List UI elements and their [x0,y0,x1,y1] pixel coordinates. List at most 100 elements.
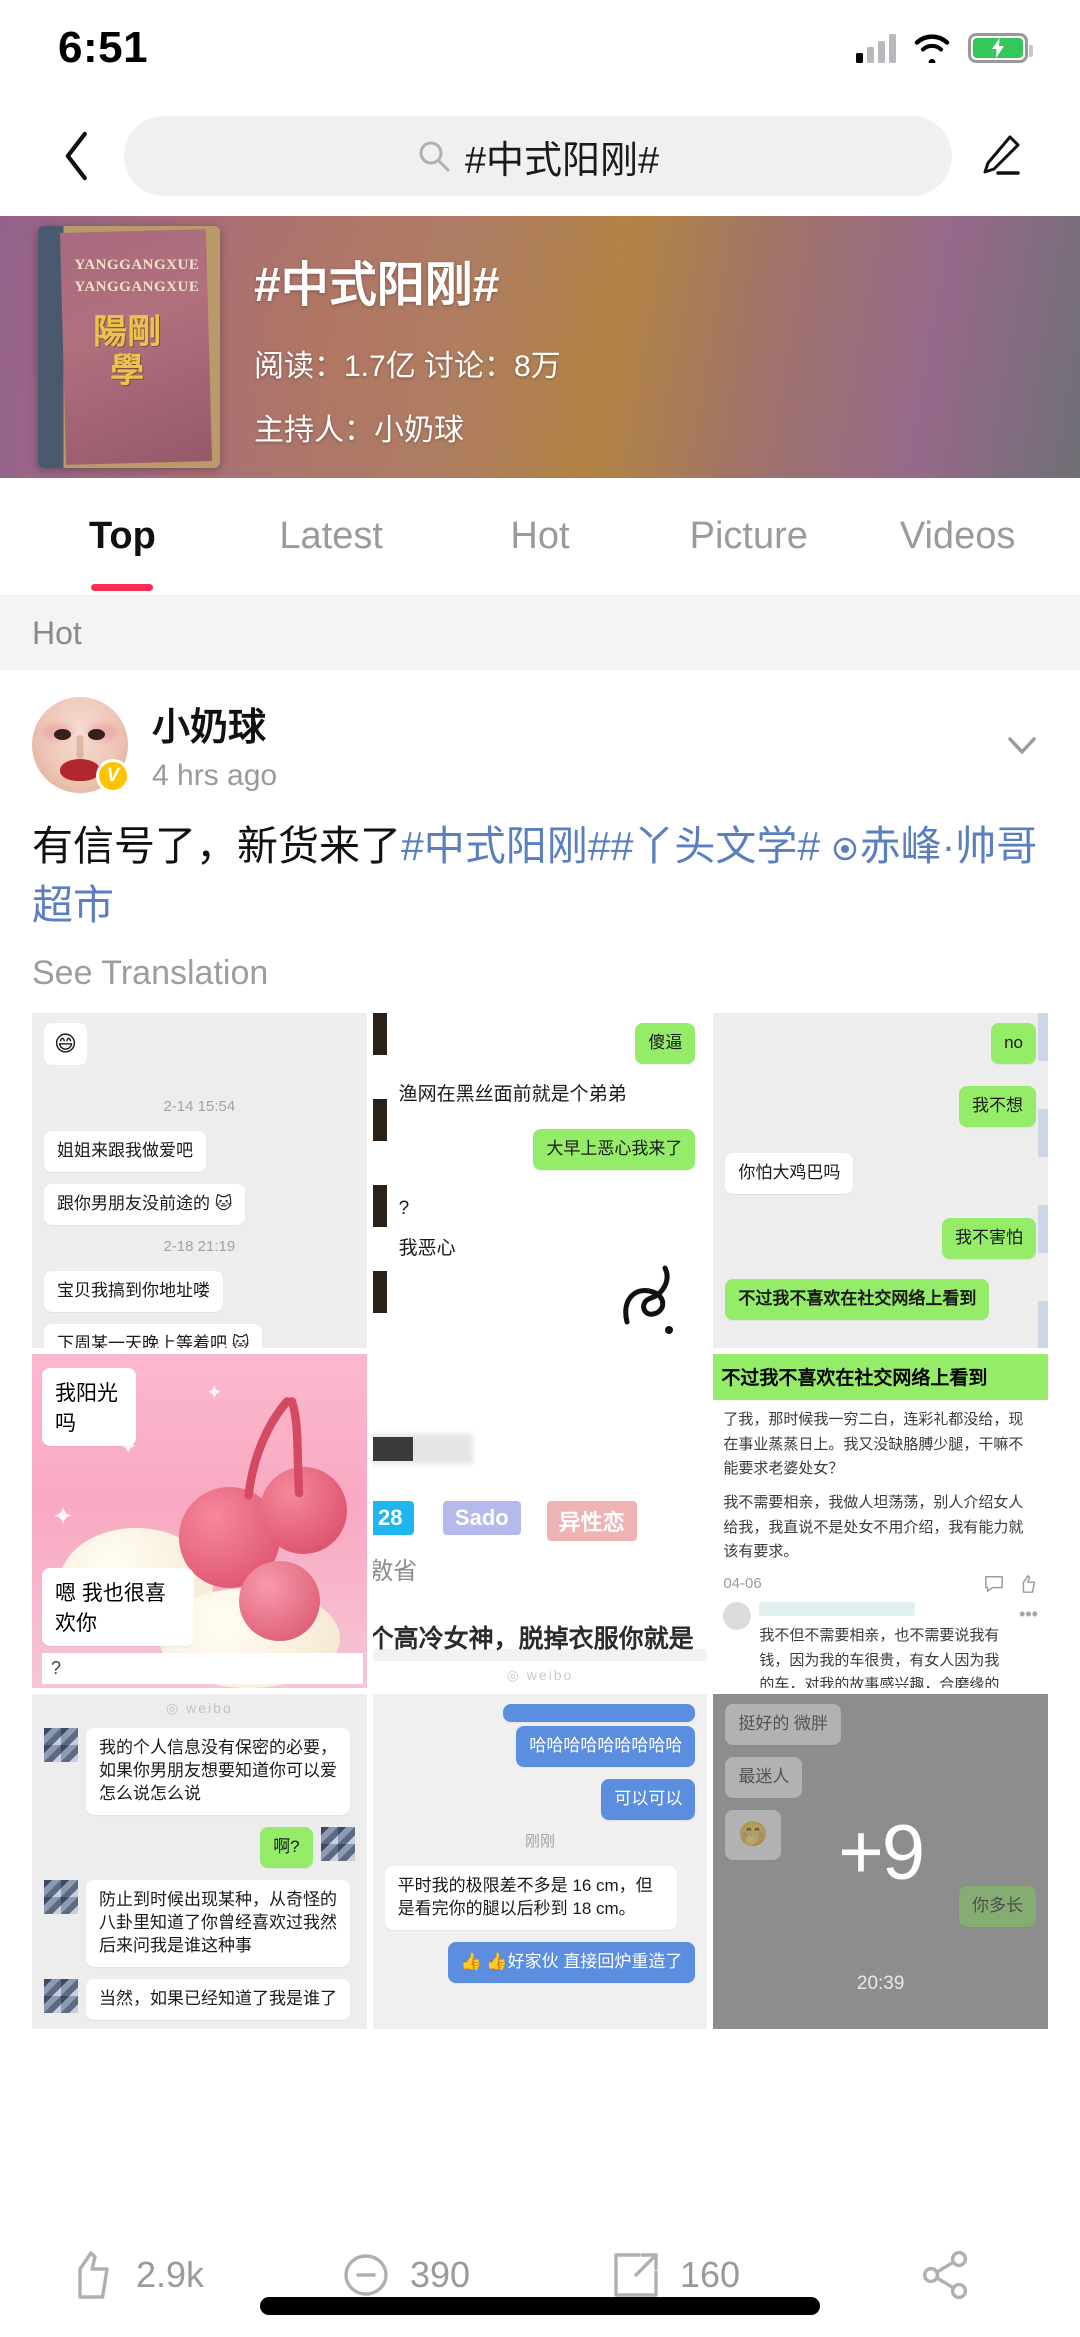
comment-icon [985,1576,1003,1593]
like-button[interactable]: 2.9k [0,2249,270,2301]
topic-host: 主持人：小奶球 [254,414,464,447]
post-action-bar: 2.9k 390 160 [0,2213,1080,2337]
post-image-1[interactable]: 😄 2-14 15:54 姐姐来跟我做爱吧 跟你男朋友没前途的 🐱 2-18 2… [32,1012,367,1348]
image9-overlay-count: +9 [838,1807,925,1895]
section-header-label: Hot [32,614,82,651]
status-indicators [856,33,1033,66]
image7-avatar [44,1728,78,1763]
image1-message-2: 跟你男朋友没前途的 🐱 [44,1184,246,1225]
post-image-6[interactable]: 不过我不喜欢在社交网络上看到 了我，那时候我一穷二白，连彩礼都没给，现在事业蒸蒸… [713,1353,1048,1689]
wifi-icon [912,33,952,66]
image4-message-1: 我阳光吗 [42,1367,136,1446]
image6-paragraph-3: 我不但不需要相亲，也不需要说我有钱，因为我的车很贵，有女人因为我的车，对我的故事… [759,1627,1000,1689]
post-image-9-more[interactable]: 挺好的 微胖 最迷人 🤭 你多长 +9 20:39 [713,1694,1048,2029]
topic-thumbnail: YANGGANGXUE YANGGANGXUE 陽剛學 [38,226,220,468]
image3-message-4: 我不害怕 [941,1217,1036,1259]
post-image-4[interactable]: ✦ ✦ ✦ 我阳光吗 嗯 我也很喜欢你 ? [32,1353,367,1689]
image8-timestamp: 刚刚 [524,1833,555,1851]
tab-top[interactable]: Top [18,478,227,595]
avatar[interactable]: V [32,696,130,793]
image1-message-4: 下周某一天晚上等着吧 🐱 [44,1324,263,1348]
image3-message-1: no [991,1022,1036,1064]
status-time: 6:51 [58,23,149,72]
post-image-3[interactable]: no 我不想 你怕大鸡巴吗 我不害怕 不过我不喜欢在社交网络上看到 [713,1012,1048,1348]
post-image-7[interactable]: ◎ weibo 我的个人信息没有保密的必要，如果你男朋友想要知道你可以爱怎么说怎… [32,1694,367,2029]
image3-message-5: 不过我不喜欢在社交网络上看到 [725,1278,990,1320]
image7-avatar-3 [44,1978,78,2013]
comment-count: 390 [409,2254,471,2295]
chevron-down-icon[interactable] [996,719,1048,771]
post-image-5[interactable]: 28 Sado 异性恋 敫省 个高冷女神，脱掉衣服你就是 ◎ weibo [372,1353,708,1689]
home-indicator [260,2297,820,2315]
image1-timestamp-1: 2-14 15:54 [163,1097,236,1115]
topic-title: #中式阳刚# [254,259,500,312]
image6-paragraph-2: 我不需要相亲，我做人坦荡荡，别人介绍女人给我，我直说不是处女不用介绍，我有能力就… [723,1494,1024,1560]
like-count: 2.9k [135,2254,205,2295]
search-header: #中式阳刚# [0,96,1080,216]
post-hashtag-2[interactable]: #丫头文学# [611,823,821,869]
cellular-signal-icon [856,33,896,63]
image5-tag-role: Sado [442,1500,521,1535]
image5-tag-age: 28 [372,1500,415,1535]
search-value: #中式阳刚# [464,139,660,182]
content-tabs: Top Latest Hot Picture Videos [0,478,1080,596]
image2-message-5: 我恶心 [398,1238,456,1260]
battery-charging-icon [968,33,1033,63]
image6-comment-avatar [723,1602,752,1631]
thumbs-up-icon [1022,1575,1036,1594]
image7-avatar-2 [44,1879,78,1914]
image2-message-3: 大早上恶心我来了 [533,1129,696,1171]
image6-green-bubble: 不过我不喜欢在社交网络上看到 [713,1353,1048,1401]
thumbnail-title: 陽剛學 [93,312,162,392]
image2-message-2: 渔网在黑丝面前就是个弟弟 [398,1083,627,1105]
tab-picture[interactable]: Picture [644,478,853,595]
tab-videos[interactable]: Videos [853,478,1062,595]
image3-message-3: 你怕大鸡巴吗 [725,1152,854,1194]
image7-avatar-own [320,1827,355,1862]
image5-region: 敫省 [372,1558,418,1585]
image1-emoji: 😄 [44,1022,87,1065]
comment-button[interactable]: 390 [270,2249,540,2301]
post-text: 有信号了，新货来了#中式阳刚##丫头文学# 赤峰·帅哥超市 [32,803,1048,940]
repost-button[interactable]: 160 [540,2249,810,2301]
thumbnail-pinyin-2: YANGGANGXUE [74,278,200,295]
post-author-meta: 小奶球 4 hrs ago [152,696,972,793]
status-bar: 6:51 [0,0,1080,96]
tab-hot[interactable]: Hot [436,478,645,595]
repost-count: 160 [679,2254,741,2295]
image9-time: 20:39 [856,1972,905,1994]
search-input[interactable]: #中式阳刚# [124,116,952,196]
post-text-plain: 有信号了，新货来了 [32,823,401,869]
location-pin-icon [832,819,858,861]
thumbnail-pinyin-1: YANGGANGXUE [74,257,200,274]
image8-message-2: 可以可以 [601,1779,696,1821]
post-card: V 小奶球 4 hrs ago 有信号了，新货来了#中式阳刚##丫头文学# 赤峰… [0,670,1080,2029]
repost-icon [614,2253,658,2297]
tab-latest[interactable]: Latest [227,478,436,595]
image4-message-3: ? [42,1653,364,1685]
post-hashtag-1[interactable]: #中式阳刚# [401,823,611,869]
image8-message-3: 平时我的极限差不多是 16 cm，但是看完你的腿以后秒到 18 cm。 [384,1866,677,1931]
post-image-8[interactable]: 哈哈哈哈哈哈哈哈哈 可以可以 刚刚 平时我的极限差不多是 16 cm，但是看完你… [372,1694,708,2029]
image2-message-4: ? [398,1198,410,1220]
comment-icon [344,2254,388,2296]
compose-pencil-icon[interactable] [962,120,1038,192]
see-translation-link[interactable]: See Translation [32,940,1048,1013]
share-button[interactable] [810,2249,1080,2301]
image1-message-1: 姐姐来跟我做爱吧 [44,1131,206,1173]
post-header: V 小奶球 4 hrs ago [32,670,1048,803]
image3-message-2: 我不想 [958,1085,1036,1127]
verified-badge: V [96,758,130,793]
topic-info: #中式阳刚# 阅读：1.7亿 讨论：8万 主持人：小奶球 [254,245,561,449]
image8-message-1: 哈哈哈哈哈哈哈哈哈 [516,1726,696,1768]
image6-paragraph-1: 了我，那时候我一穷二白，连彩礼都没给，现在事业蒸蒸日上。我又没缺胳膊少腿，干嘛不… [723,1411,1024,1477]
image6-date: 04-06 [723,1575,762,1593]
share-icon [922,2250,968,2300]
image7-message-4: 当然，如果已经知道了我是谁了 [86,1978,350,2020]
back-chevron-icon[interactable] [42,120,114,192]
post-author-name[interactable]: 小奶球 [152,696,972,751]
topic-banner: YANGGANGXUE YANGGANGXUE 陽剛學 #中式阳刚# 阅读：1.… [0,216,1080,478]
search-icon [417,139,451,173]
post-image-2[interactable]: 傻逼 渔网在黑丝面前就是个弟弟 大早上恶心我来了 ? 我恶心 [372,1012,708,1348]
doodle-sketch-icon [623,1265,674,1334]
